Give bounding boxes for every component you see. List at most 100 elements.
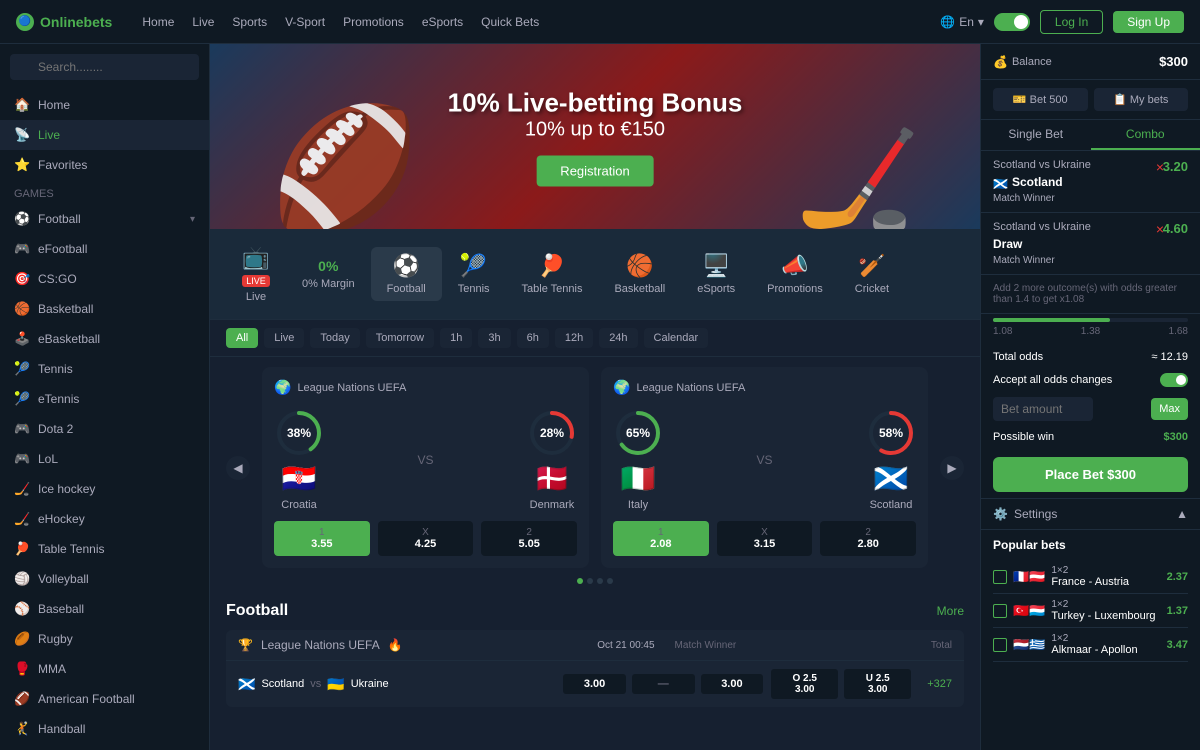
ukraine-flag-sm: 🇺🇦 xyxy=(327,676,344,693)
match-card-2: 🌍 League Nations UEFA 65% xyxy=(601,367,928,568)
settings-row[interactable]: ⚙️ Settings ▲ xyxy=(981,498,1200,529)
sidebar-item-ice-hockey[interactable]: 🏒Ice hockey xyxy=(0,474,209,504)
single-bet-tab[interactable]: Single Bet xyxy=(981,120,1091,150)
pop-check-0[interactable] xyxy=(993,570,1007,584)
sidebar-item-mma[interactable]: 🥊MMA xyxy=(0,654,209,684)
filter-btn-calendar[interactable]: Calendar xyxy=(644,328,709,348)
nav-live[interactable]: Live xyxy=(192,15,214,29)
sidebar-item-efootball[interactable]: 🎮eFootball xyxy=(0,234,209,264)
nav-quickbets[interactable]: Quick Bets xyxy=(481,15,539,29)
dot-1[interactable] xyxy=(577,578,583,584)
filter-btn-24h[interactable]: 24h xyxy=(599,328,637,348)
theme-toggle[interactable] xyxy=(994,13,1030,31)
quick-sport-football[interactable]: ⚽Football xyxy=(371,247,442,301)
sidebar-item-etennis[interactable]: 🎾eTennis xyxy=(0,384,209,414)
dot-3[interactable] xyxy=(597,578,603,584)
accept-odds-row: Accept all odds changes xyxy=(981,369,1200,391)
next-arrow[interactable]: ▶ xyxy=(940,456,964,480)
sidebar-item-volleyball[interactable]: 🏐Volleyball xyxy=(0,564,209,594)
dot-4[interactable] xyxy=(607,578,613,584)
sport-label-5: Basketball xyxy=(614,283,665,295)
quick-sport-cricket[interactable]: 🏏Cricket xyxy=(839,247,905,301)
bet-amount-input[interactable] xyxy=(993,397,1093,421)
sidebar-item-ehockey[interactable]: 🏒eHockey xyxy=(0,504,209,534)
sidebar-item-american-football[interactable]: 🏈American Football xyxy=(0,684,209,714)
fw-odd-1[interactable]: 3.00 xyxy=(563,674,626,694)
nav-promotions[interactable]: Promotions xyxy=(343,15,404,29)
total-over[interactable]: O 2.53.00 xyxy=(771,669,838,699)
bet-amount-row: Max xyxy=(981,391,1200,427)
sidebar-item-lol[interactable]: 🎮LoL xyxy=(0,444,209,474)
mybets-tab[interactable]: 📋 My bets xyxy=(1094,88,1189,111)
sidebar-item-basketball[interactable]: 🏀Basketball xyxy=(0,294,209,324)
nav-home[interactable]: Home xyxy=(142,15,174,29)
dot-2[interactable] xyxy=(587,578,593,584)
nav-esports[interactable]: eSports xyxy=(422,15,463,29)
pop-check-2[interactable] xyxy=(993,638,1007,652)
filter-btn-1h[interactable]: 1h xyxy=(440,328,472,348)
lang-selector[interactable]: 🌐 En ▾ xyxy=(940,15,984,29)
sidebar-item-cs:go[interactable]: 🎯CS:GO xyxy=(0,264,209,294)
bet500-tab[interactable]: 🎫 Bet 500 xyxy=(993,88,1088,111)
nav-sports[interactable]: Sports xyxy=(232,15,267,29)
max-button[interactable]: Max xyxy=(1151,398,1188,420)
sidebar-item-rugby[interactable]: 🏉Rugby xyxy=(0,624,209,654)
sidebar-item-baseball[interactable]: ⚾Baseball xyxy=(0,594,209,624)
filter-btn-12h[interactable]: 12h xyxy=(555,328,593,348)
nav-vsport[interactable]: V-Sport xyxy=(285,15,325,29)
sidebar-item-home[interactable]: 🏠 Home xyxy=(0,90,209,120)
registration-button[interactable]: Registration xyxy=(536,155,653,186)
popular-item-2[interactable]: 🇳🇱🇬🇷 1×2 Alkmaar - Apollon 3.47 xyxy=(993,628,1188,662)
quick-sport-0%-margin[interactable]: 0%0% Margin xyxy=(286,252,371,296)
quick-sport-tennis[interactable]: 🎾Tennis xyxy=(442,247,506,301)
accept-odds-toggle[interactable] xyxy=(1160,373,1188,387)
odd-1-x[interactable]: X 4.25 xyxy=(378,521,474,556)
fw-odd-x[interactable]: — xyxy=(632,674,695,694)
signup-button[interactable]: Sign Up xyxy=(1113,11,1184,33)
odd-2-x[interactable]: X 3.15 xyxy=(717,521,813,556)
odd-1-1[interactable]: 1 3.55 xyxy=(274,521,370,556)
sidebar-item-tennis[interactable]: 🎾Tennis xyxy=(0,354,209,384)
prev-arrow[interactable]: ◀ xyxy=(226,456,250,480)
filter-btn-tomorrow[interactable]: Tomorrow xyxy=(366,328,434,348)
combo-tab[interactable]: Combo xyxy=(1091,120,1200,150)
odd-2-2[interactable]: 2 2.80 xyxy=(820,521,916,556)
login-button[interactable]: Log In xyxy=(1040,10,1103,34)
filter-btn-all[interactable]: All xyxy=(226,328,258,348)
bet-tabs-row: 🎫 Bet 500 📋 My bets xyxy=(981,80,1200,120)
fw-odd-2[interactable]: 3.00 xyxy=(701,674,764,694)
quick-sport-esports[interactable]: 🖥️eSports xyxy=(681,247,751,301)
sidebar-item-table-tennis[interactable]: 🏓Table Tennis xyxy=(0,534,209,564)
sidebar-item-favorites[interactable]: ⭐ Favorites xyxy=(0,150,209,180)
sidebar-item-ebasketball[interactable]: 🕹️eBasketball xyxy=(0,324,209,354)
chevron-down-icon: ▾ xyxy=(978,15,984,29)
combo-single-tabs: Single Bet Combo xyxy=(981,120,1200,151)
odd-1-2[interactable]: 2 5.05 xyxy=(481,521,577,556)
filter-btn-live[interactable]: Live xyxy=(264,328,304,348)
total-under[interactable]: U 2.53.00 xyxy=(844,669,911,699)
sidebar-item-live[interactable]: 📡 Live xyxy=(0,120,209,150)
quick-sport-basketball[interactable]: 🏀Basketball xyxy=(598,247,681,301)
quick-sport-promotions[interactable]: 📣Promotions xyxy=(751,247,839,301)
filter-btn-today[interactable]: Today xyxy=(310,328,359,348)
game-label-9: Ice hockey xyxy=(38,482,95,496)
place-bet-button[interactable]: Place Bet $300 xyxy=(993,457,1188,492)
quick-sport-live[interactable]: 📺LIVELive xyxy=(226,239,286,309)
filter-btn-3h[interactable]: 3h xyxy=(478,328,510,348)
sidebar-item-football[interactable]: ⚽Football▾ xyxy=(0,204,209,234)
sport-icon-6: 🖥️ xyxy=(702,253,729,279)
odd-2-1[interactable]: 1 2.08 xyxy=(613,521,709,556)
pop-check-1[interactable] xyxy=(993,604,1007,618)
more-odds[interactable]: +327 xyxy=(927,678,952,690)
more-link[interactable]: More xyxy=(937,604,964,618)
quick-sport-table-tennis[interactable]: 🏓Table Tennis xyxy=(506,247,599,301)
sidebar-item-rocket-league[interactable]: 🚀Rocket League xyxy=(0,744,209,750)
bet-slip-odd-2: 4.60 xyxy=(1163,221,1188,236)
search-input[interactable] xyxy=(10,54,199,80)
filter-btn-6h[interactable]: 6h xyxy=(517,328,549,348)
popular-item-1[interactable]: 🇹🇷🇱🇺 1×2 Turkey - Luxembourg 1.37 xyxy=(993,594,1188,628)
sidebar-item-dota-2[interactable]: 🎮Dota 2 xyxy=(0,414,209,444)
sidebar-item-handball[interactable]: 🤾Handball xyxy=(0,714,209,744)
match-date: Oct 21 00:45 xyxy=(597,640,654,651)
popular-item-0[interactable]: 🇫🇷🇦🇹 1×2 France - Austria 2.37 xyxy=(993,560,1188,594)
